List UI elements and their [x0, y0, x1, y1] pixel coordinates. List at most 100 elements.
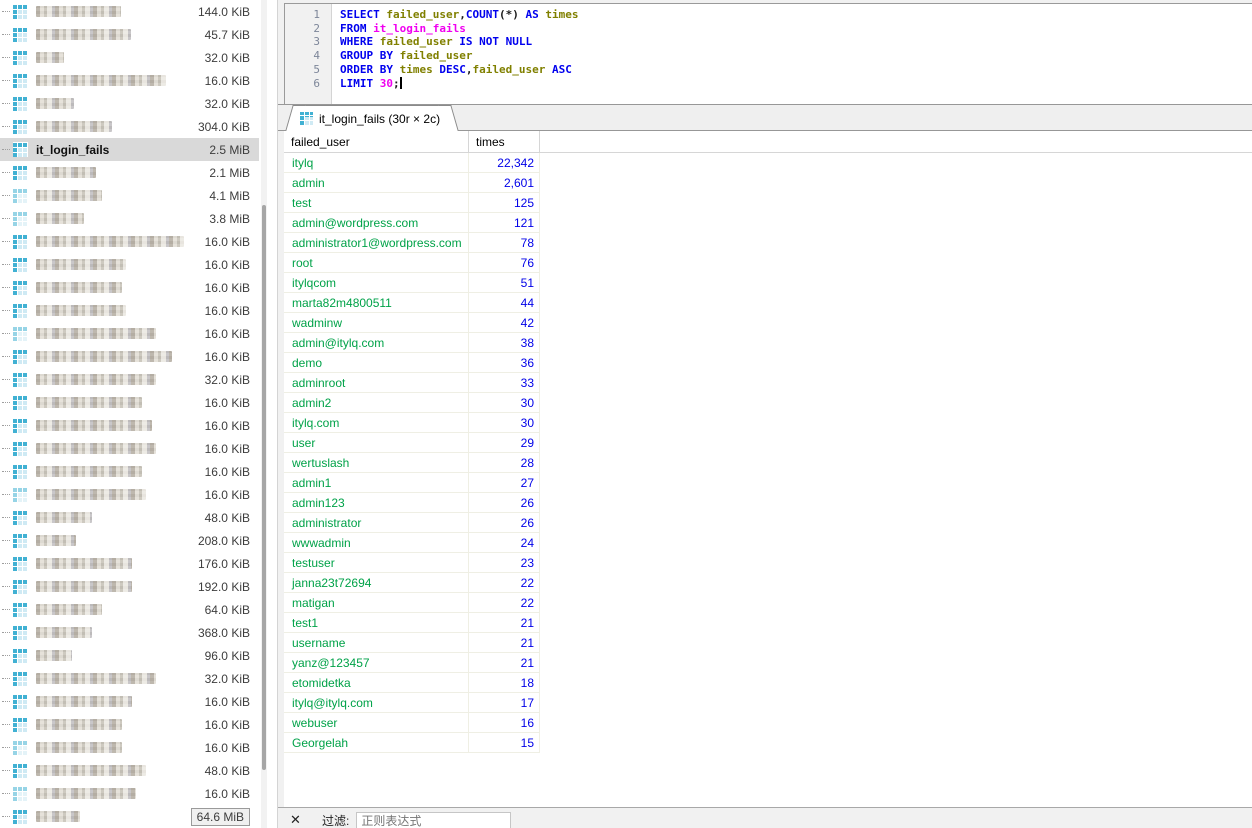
cell-failed_user[interactable]: itylq [284, 153, 469, 173]
filter-input[interactable] [356, 812, 511, 828]
table-list-item[interactable]: 16.0 KiB [0, 483, 259, 506]
cell-times[interactable]: 24 [469, 533, 540, 553]
cell-times[interactable]: 27 [469, 473, 540, 493]
cell-times[interactable]: 125 [469, 193, 540, 213]
cell-failed_user[interactable]: username [284, 633, 469, 653]
cell-failed_user[interactable]: admin@itylq.com [284, 333, 469, 353]
cell-failed_user[interactable]: user [284, 433, 469, 453]
table-list-item[interactable]: 176.0 KiB [0, 552, 259, 575]
cell-failed_user[interactable]: itylq.com [284, 413, 469, 433]
table-list-item[interactable]: 16.0 KiB [0, 391, 259, 414]
table-list-item[interactable]: 32.0 KiB [0, 92, 259, 115]
cell-times[interactable]: 38 [469, 333, 540, 353]
sql-code[interactable]: 1SELECT failed_user,COUNT(*) AS times2FR… [285, 8, 1252, 90]
cell-times[interactable]: 29 [469, 433, 540, 453]
cell-times[interactable]: 33 [469, 373, 540, 393]
table-list-item[interactable]: 16.0 KiB [0, 345, 259, 368]
table-list-item[interactable]: 4.1 MiB [0, 184, 259, 207]
cell-failed_user[interactable]: administrator [284, 513, 469, 533]
cell-failed_user[interactable]: adminroot [284, 373, 469, 393]
cell-times[interactable]: 78 [469, 233, 540, 253]
column-header-times[interactable]: times [469, 131, 540, 152]
table-list-item[interactable]: 368.0 KiB [0, 621, 259, 644]
table-list-item-it_login_fails[interactable]: it_login_fails2.5 MiB [0, 138, 259, 161]
cell-failed_user[interactable]: itylqcom [284, 273, 469, 293]
table-list-item[interactable]: 16.0 KiB [0, 690, 259, 713]
table-list-item[interactable]: 16.0 KiB [0, 276, 259, 299]
cell-times[interactable]: 22 [469, 593, 540, 613]
cell-times[interactable]: 17 [469, 693, 540, 713]
close-filter-button[interactable]: ✕ [290, 812, 322, 828]
tab-result-it_login_fails[interactable]: it_login_fails (30r × 2c) [294, 105, 450, 131]
table-list-item[interactable]: 16.0 KiB [0, 782, 259, 805]
cell-failed_user[interactable]: wwwadmin [284, 533, 469, 553]
cell-times[interactable]: 30 [469, 393, 540, 413]
table-list-item[interactable]: 64.6 MiB [0, 805, 259, 828]
table-list-item[interactable]: 48.0 KiB [0, 759, 259, 782]
cell-times[interactable]: 26 [469, 493, 540, 513]
cell-times[interactable]: 26 [469, 513, 540, 533]
cell-times[interactable]: 2,601 [469, 173, 540, 193]
cell-times[interactable]: 42 [469, 313, 540, 333]
sidebar-scrollbar[interactable] [261, 0, 267, 828]
table-list-item[interactable]: 45.7 KiB [0, 23, 259, 46]
table-list-item[interactable]: 32.0 KiB [0, 46, 259, 69]
cell-times[interactable]: 23 [469, 553, 540, 573]
cell-failed_user[interactable]: admin@wordpress.com [284, 213, 469, 233]
cell-failed_user[interactable]: itylq@itylq.com [284, 693, 469, 713]
sidebar-scrollbar-thumb[interactable] [262, 205, 266, 770]
table-list-item[interactable]: 16.0 KiB [0, 69, 259, 92]
cell-failed_user[interactable]: admin [284, 173, 469, 193]
cell-failed_user[interactable]: root [284, 253, 469, 273]
table-list-item[interactable]: 64.0 KiB [0, 598, 259, 621]
cell-failed_user[interactable]: administrator1@wordpress.com [284, 233, 469, 253]
table-list-item[interactable]: 16.0 KiB [0, 299, 259, 322]
cell-failed_user[interactable]: test [284, 193, 469, 213]
cell-times[interactable]: 51 [469, 273, 540, 293]
cell-failed_user[interactable]: marta82m4800511 [284, 293, 469, 313]
cell-failed_user[interactable]: webuser [284, 713, 469, 733]
table-list-item[interactable]: 208.0 KiB [0, 529, 259, 552]
table-list-item[interactable]: 304.0 KiB [0, 115, 259, 138]
cell-times[interactable]: 44 [469, 293, 540, 313]
sql-editor[interactable]: 1SELECT failed_user,COUNT(*) AS times2FR… [284, 3, 1252, 104]
cell-times[interactable]: 18 [469, 673, 540, 693]
cell-times[interactable]: 121 [469, 213, 540, 233]
column-header-failed_user[interactable]: failed_user [284, 131, 469, 152]
table-list-item[interactable]: 192.0 KiB [0, 575, 259, 598]
cell-failed_user[interactable]: wertuslash [284, 453, 469, 473]
table-list-item[interactable]: 32.0 KiB [0, 667, 259, 690]
cell-failed_user[interactable]: etomidetka [284, 673, 469, 693]
cell-times[interactable]: 15 [469, 733, 540, 753]
cell-times[interactable]: 76 [469, 253, 540, 273]
cell-failed_user[interactable]: test1 [284, 613, 469, 633]
table-list-item[interactable]: 16.0 KiB [0, 414, 259, 437]
cell-times[interactable]: 16 [469, 713, 540, 733]
cell-failed_user[interactable]: admin123 [284, 493, 469, 513]
table-list-item[interactable]: 144.0 KiB [0, 0, 259, 23]
cell-times[interactable]: 22 [469, 573, 540, 593]
cell-failed_user[interactable]: testuser [284, 553, 469, 573]
table-list-item[interactable]: 16.0 KiB [0, 460, 259, 483]
cell-times[interactable]: 21 [469, 613, 540, 633]
cell-failed_user[interactable]: yanz@123457 [284, 653, 469, 673]
cell-failed_user[interactable]: admin1 [284, 473, 469, 493]
table-list-item[interactable]: 16.0 KiB [0, 736, 259, 759]
cell-failed_user[interactable]: Georgelah [284, 733, 469, 753]
table-list-item[interactable]: 32.0 KiB [0, 368, 259, 391]
cell-times[interactable]: 22,342 [469, 153, 540, 173]
cell-failed_user[interactable]: admin2 [284, 393, 469, 413]
table-list-item[interactable]: 16.0 KiB [0, 713, 259, 736]
cell-failed_user[interactable]: demo [284, 353, 469, 373]
table-list-item[interactable]: 16.0 KiB [0, 322, 259, 345]
cell-failed_user[interactable]: matigan [284, 593, 469, 613]
cell-times[interactable]: 21 [469, 633, 540, 653]
table-list-item[interactable]: 16.0 KiB [0, 437, 259, 460]
cell-times[interactable]: 21 [469, 653, 540, 673]
cell-times[interactable]: 28 [469, 453, 540, 473]
cell-failed_user[interactable]: janna23t72694 [284, 573, 469, 593]
cell-times[interactable]: 36 [469, 353, 540, 373]
table-list-item[interactable]: 48.0 KiB [0, 506, 259, 529]
table-list-item[interactable]: 3.8 MiB [0, 207, 259, 230]
cell-times[interactable]: 30 [469, 413, 540, 433]
